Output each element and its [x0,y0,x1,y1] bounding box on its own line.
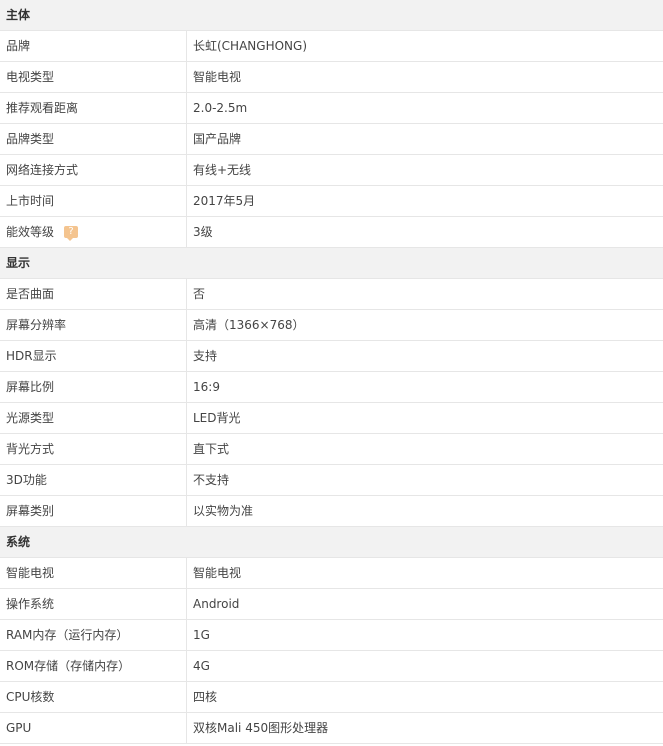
spec-row: 推荐观看距离 2.0-2.5m [0,93,663,124]
spec-row: 电视类型 智能电视 [0,62,663,93]
spec-label: 是否曲面 [0,279,187,309]
spec-label: 屏幕比例 [0,372,187,402]
spec-row: 网络连接方式 有线+无线 [0,155,663,186]
spec-label-text: 电视类型 [6,70,55,84]
spec-value: 长虹(CHANGHONG) [193,39,307,53]
spec-value: 直下式 [193,442,230,456]
spec-label: 屏幕类别 [0,496,187,526]
spec-label-text: 智能电视 [6,566,55,580]
spec-label: 品牌类型 [0,124,187,154]
spec-label: 操作系统 [0,589,187,619]
spec-label-text: 光源类型 [6,411,55,425]
spec-label: HDR显示 [0,341,187,371]
spec-value: 高清（1366×768） [193,318,305,332]
spec-label-text: 屏幕类别 [6,504,55,518]
spec-label-text: 屏幕比例 [6,380,55,394]
spec-row: 是否曲面 否 [0,279,663,310]
spec-row: 品牌类型 国产品牌 [0,124,663,155]
spec-row: 屏幕分辨率 高清（1366×768） [0,310,663,341]
section-header: 系统 [0,527,663,558]
spec-row: HDR显示 支持 [0,341,663,372]
spec-row: 3D功能 不支持 [0,465,663,496]
spec-label: 背光方式 [0,434,187,464]
spec-label: 品牌 [0,31,187,61]
section-header: 主体 [0,0,663,31]
spec-value: 以实物为准 [193,504,254,518]
spec-label: 光源类型 [0,403,187,433]
spec-row: 屏幕比例 16:9 [0,372,663,403]
spec-label-text: 网络连接方式 [6,163,79,177]
spec-row: 背光方式 直下式 [0,434,663,465]
spec-label: 能效等级? [0,217,187,247]
spec-label: CPU核数 [0,682,187,712]
spec-label-text: HDR显示 [6,349,57,363]
spec-value: 有线+无线 [193,163,252,177]
spec-row: 上市时间 2017年5月 [0,186,663,217]
spec-value: 1G [193,628,210,642]
spec-label-text: 能效等级 [6,225,55,239]
spec-value: 2.0-2.5m [193,101,248,115]
spec-label-text: 3D功能 [6,473,47,487]
spec-label-text: 屏幕分辨率 [6,318,67,332]
spec-row: 品牌 长虹(CHANGHONG) [0,31,663,62]
spec-label: 上市时间 [0,186,187,216]
spec-label: ROM存储（存储内存） [0,651,187,681]
spec-value: 四核 [193,690,218,704]
spec-row: 能效等级? 3级 [0,217,663,248]
spec-table: 主体 品牌 长虹(CHANGHONG) 电视类型 智能电视 推荐观看距离 2.0-2.5m 品… [0,0,663,744]
spec-label-text: GPU [6,721,32,735]
spec-value: 否 [193,287,206,301]
spec-label-text: ROM存储（存储内存） [6,659,131,673]
spec-row: 屏幕类别 以实物为准 [0,496,663,527]
spec-value: 16:9 [193,380,220,394]
spec-label: 推荐观看距离 [0,93,187,123]
spec-row: CPU核数 四核 [0,682,663,713]
spec-value: 不支持 [193,473,230,487]
spec-label-text: 推荐观看距离 [6,101,79,115]
spec-row: ROM存储（存储内存） 4G [0,651,663,682]
spec-label: 智能电视 [0,558,187,588]
spec-value: 3级 [193,225,213,239]
spec-label: 电视类型 [0,62,187,92]
spec-row: RAM内存（运行内存） 1G [0,620,663,651]
help-question-icon[interactable]: ? [64,225,79,241]
spec-label-text: 上市时间 [6,194,55,208]
spec-row: 智能电视 智能电视 [0,558,663,589]
spec-label-text: 操作系统 [6,597,55,611]
spec-value: Android [193,597,240,611]
spec-label: GPU [0,713,187,743]
spec-row: 光源类型 LED背光 [0,403,663,434]
spec-label: 网络连接方式 [0,155,187,185]
spec-value: 支持 [193,349,218,363]
spec-label: RAM内存（运行内存） [0,620,187,650]
spec-label: 3D功能 [0,465,187,495]
spec-value: LED背光 [193,411,241,425]
spec-value: 智能电视 [193,566,242,580]
spec-label-text: 品牌类型 [6,132,55,146]
spec-label-text: RAM内存（运行内存） [6,628,129,642]
spec-row: GPU 双核Mali 450图形处理器 [0,713,663,744]
spec-label-text: 背光方式 [6,442,55,456]
spec-value: 4G [193,659,210,673]
section-header: 显示 [0,248,663,279]
spec-label-text: 是否曲面 [6,287,55,301]
spec-value: 2017年5月 [193,194,256,208]
spec-row: 操作系统 Android [0,589,663,620]
spec-value: 智能电视 [193,70,242,84]
spec-value: 双核Mali 450图形处理器 [193,721,329,735]
spec-label: 屏幕分辨率 [0,310,187,340]
spec-label-text: 品牌 [6,39,31,53]
spec-value: 国产品牌 [193,132,242,146]
spec-label-text: CPU核数 [6,690,55,704]
